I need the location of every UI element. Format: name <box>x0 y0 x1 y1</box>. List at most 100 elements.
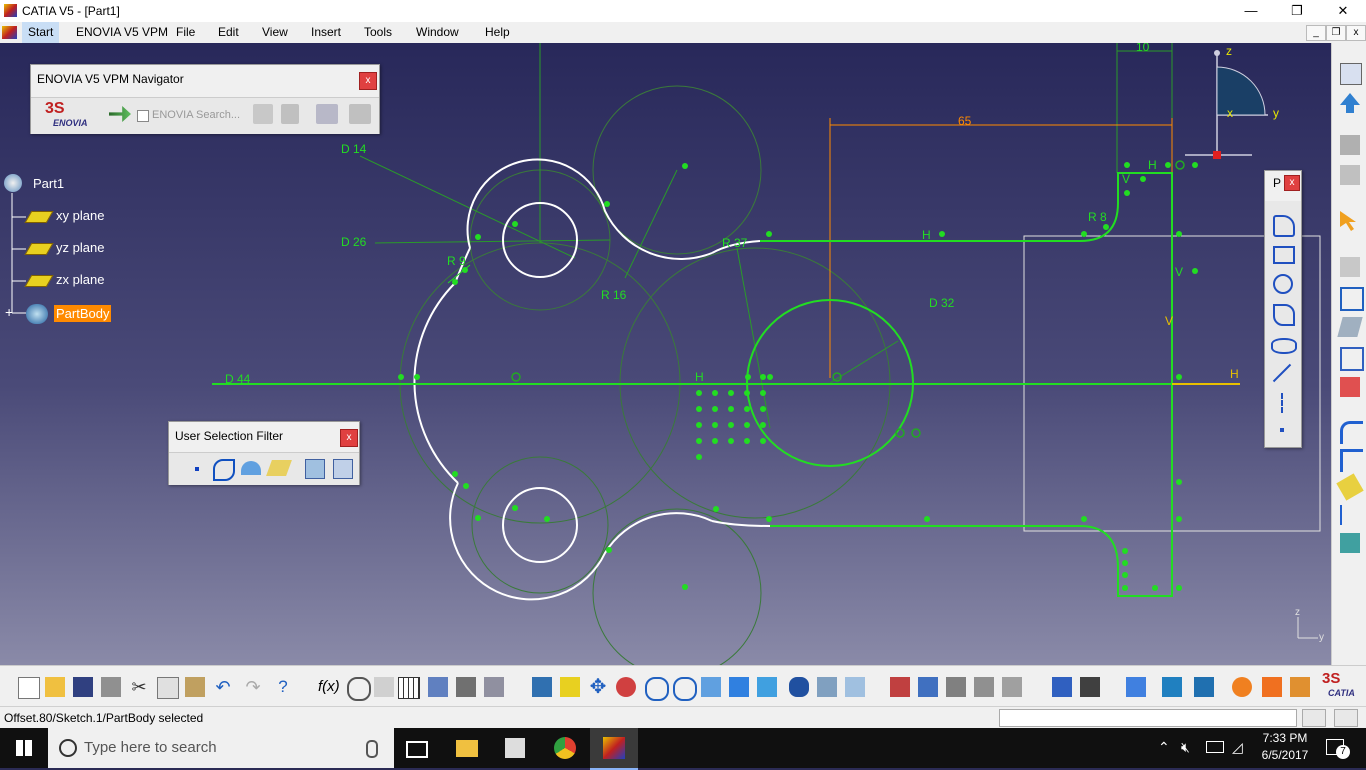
menu-view[interactable]: View <box>262 25 288 39</box>
dim-r8[interactable]: R 8 <box>1088 210 1107 224</box>
menu-enovia[interactable]: ENOVIA V5 VPM <box>76 25 168 39</box>
profile-tool-icon[interactable] <box>1273 215 1295 237</box>
normal-view-icon[interactable] <box>701 677 721 697</box>
curve-filter-icon[interactable] <box>213 459 235 481</box>
formula-icon[interactable]: f(x) <box>318 677 340 697</box>
construction-icon[interactable] <box>1340 257 1360 277</box>
construction-element-icon[interactable] <box>974 677 994 697</box>
save-document-icon[interactable] <box>281 104 299 124</box>
hide-show-icon[interactable] <box>817 677 837 697</box>
partbody-gear-icon[interactable] <box>26 304 48 324</box>
sync-icon[interactable] <box>349 104 371 124</box>
geometric-constraints-icon[interactable] <box>1002 677 1022 697</box>
new-file-icon[interactable] <box>18 677 40 699</box>
3d-project-icon[interactable] <box>1340 377 1360 397</box>
battery-icon[interactable] <box>1206 741 1224 753</box>
menu-start[interactable]: Start <box>22 22 60 43</box>
point-tool-icon[interactable] <box>1280 428 1284 432</box>
catia-menu-icon[interactable] <box>2 26 17 39</box>
dim-d32[interactable]: D 32 <box>929 296 955 310</box>
rectangle-shape-icon[interactable] <box>1340 287 1364 311</box>
menu-edit[interactable]: Edit <box>218 25 239 39</box>
save-icon[interactable] <box>73 677 93 697</box>
fit-all-icon[interactable] <box>560 677 580 697</box>
open-folder-icon[interactable] <box>45 677 65 697</box>
mdi-close-button[interactable]: x <box>1346 25 1366 41</box>
rotate-icon[interactable] <box>616 677 636 697</box>
macro-icon[interactable] <box>484 677 504 697</box>
paste-icon[interactable] <box>185 677 205 697</box>
speaker-muted-icon[interactable]: 🔇︎ <box>1181 739 1190 756</box>
offset-icon[interactable] <box>1340 533 1360 553</box>
spline-tool-icon[interactable] <box>1273 304 1295 326</box>
windows-start-icon[interactable] <box>16 740 32 756</box>
store-icon[interactable] <box>505 738 525 758</box>
grid-icon[interactable] <box>1340 135 1360 155</box>
pencil-icon[interactable] <box>1337 317 1363 337</box>
chevron-up-icon[interactable]: ⌃ <box>1158 739 1170 756</box>
dim-r9[interactable]: R 9 <box>447 254 466 268</box>
minimize-button[interactable]: — <box>1228 0 1274 22</box>
copy-icon[interactable] <box>157 677 179 699</box>
transform-icon[interactable] <box>1340 347 1364 371</box>
enovia-search-checkbox[interactable] <box>137 110 149 122</box>
circle-tool-icon[interactable] <box>1273 274 1293 294</box>
profile-offset-white[interactable] <box>413 158 771 601</box>
dim-10[interactable]: 10 <box>1136 43 1150 54</box>
axis-tool-icon[interactable] <box>1281 393 1285 413</box>
catalog-icon[interactable] <box>428 677 448 697</box>
command-input[interactable] <box>999 709 1297 727</box>
maximize-button[interactable]: ❐ <box>1274 0 1320 22</box>
render-icon[interactable] <box>1262 677 1282 697</box>
conic-tool-icon[interactable] <box>1271 338 1297 354</box>
expand-plus-icon[interactable]: + <box>5 305 17 319</box>
eraser-icon[interactable] <box>1336 473 1364 501</box>
point-filter-icon[interactable] <box>195 467 199 471</box>
compare-icon[interactable] <box>316 104 338 124</box>
select-arrow-icon[interactable] <box>1340 211 1356 231</box>
analysis-icon[interactable] <box>1290 677 1310 697</box>
taskbar-search-box[interactable]: Type here to search <box>48 728 394 768</box>
sketch-analysis-icon[interactable] <box>890 677 910 697</box>
tree-item-partbody[interactable]: PartBody <box>54 305 112 322</box>
status-button-1[interactable] <box>1302 709 1326 727</box>
dim-r16[interactable]: R 16 <box>601 288 627 302</box>
task-view-icon[interactable] <box>406 741 428 758</box>
apply-material-icon[interactable] <box>1232 677 1252 697</box>
auto-constraint-icon[interactable] <box>1080 677 1100 697</box>
tree-explore-icon[interactable] <box>253 104 273 124</box>
mdi-minimize-button[interactable]: _ <box>1306 25 1326 41</box>
menu-window[interactable]: Window <box>416 25 459 39</box>
mirror-icon[interactable] <box>1340 505 1362 525</box>
grid-toggle-icon[interactable] <box>918 677 938 697</box>
selection-filter-close-button[interactable]: x <box>340 429 358 447</box>
menu-tools[interactable]: Tools <box>364 25 392 39</box>
tool-palette-icon[interactable] <box>1162 677 1182 697</box>
zoom-in-icon[interactable] <box>645 677 669 701</box>
dim-d26[interactable]: D 26 <box>341 235 367 249</box>
menu-insert[interactable]: Insert <box>311 25 341 39</box>
connect-arrow-icon[interactable] <box>109 106 131 122</box>
volume-filter-icon[interactable] <box>266 460 292 476</box>
feature-filter-icon[interactable] <box>305 459 325 479</box>
surface-filter-icon[interactable] <box>241 461 261 475</box>
chamfer-icon[interactable] <box>1340 449 1363 472</box>
knowledge-icon[interactable] <box>374 677 394 697</box>
shading-icon[interactable] <box>789 677 809 697</box>
iso-view-icon[interactable] <box>757 677 777 697</box>
sketch-canvas[interactable]: D 14 D 26 R 9 R 16 R 37 D 32 D 44 R 8 65… <box>0 43 1331 665</box>
zoom-out-icon[interactable] <box>673 677 697 701</box>
undo-icon[interactable]: ↶ <box>213 677 233 697</box>
profile-panel-close-button[interactable]: x <box>1284 175 1300 191</box>
corner-icon[interactable] <box>1340 421 1363 444</box>
cut-icon[interactable]: ✂ <box>129 677 149 697</box>
lock-icon[interactable] <box>456 677 476 697</box>
taskbar-time[interactable]: 7:33 PM <box>1260 731 1310 745</box>
dimensional-constraints-icon[interactable] <box>1052 677 1072 697</box>
tree-item-zx-plane[interactable]: zx plane <box>56 272 104 287</box>
dim-d14[interactable]: D 14 <box>341 142 367 156</box>
measure-icon[interactable] <box>1194 677 1214 697</box>
dim-r37[interactable]: R 37 <box>722 236 748 250</box>
tree-item-yz-plane[interactable]: yz plane <box>56 240 104 255</box>
close-button[interactable]: ✕ <box>1320 0 1366 22</box>
